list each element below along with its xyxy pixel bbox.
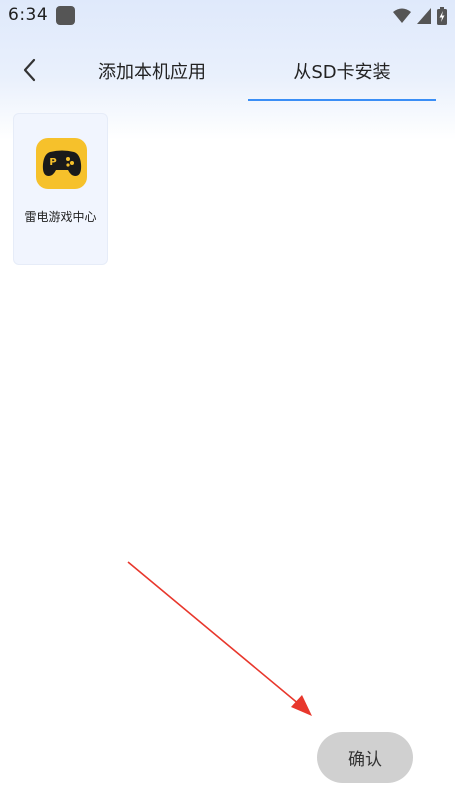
app-notification-icon [56,6,75,25]
active-tab-indicator [248,99,436,101]
tab-add-local-apps[interactable]: 添加本机应用 [72,40,232,102]
app-item-leidian-game-center[interactable]: P 雷电游戏中心 [13,113,108,265]
confirm-button[interactable]: 确认 [317,732,413,783]
gamepad-icon: P [42,150,81,176]
status-bar: 6:34 [0,0,455,32]
tab-install-from-sd[interactable]: 从SD卡安装 [248,40,436,102]
header: 添加本机应用 从SD卡安装 [0,40,455,102]
app-icon: P [36,138,87,189]
cellular-signal-icon [417,8,431,24]
battery-charging-icon [437,7,447,25]
status-icons [393,7,447,25]
svg-text:P: P [49,157,56,168]
chevron-left-icon [23,58,36,82]
status-time: 6:34 [8,5,49,25]
wifi-icon [393,8,411,23]
app-name: 雷电游戏中心 [24,210,97,224]
back-button[interactable] [12,52,46,88]
